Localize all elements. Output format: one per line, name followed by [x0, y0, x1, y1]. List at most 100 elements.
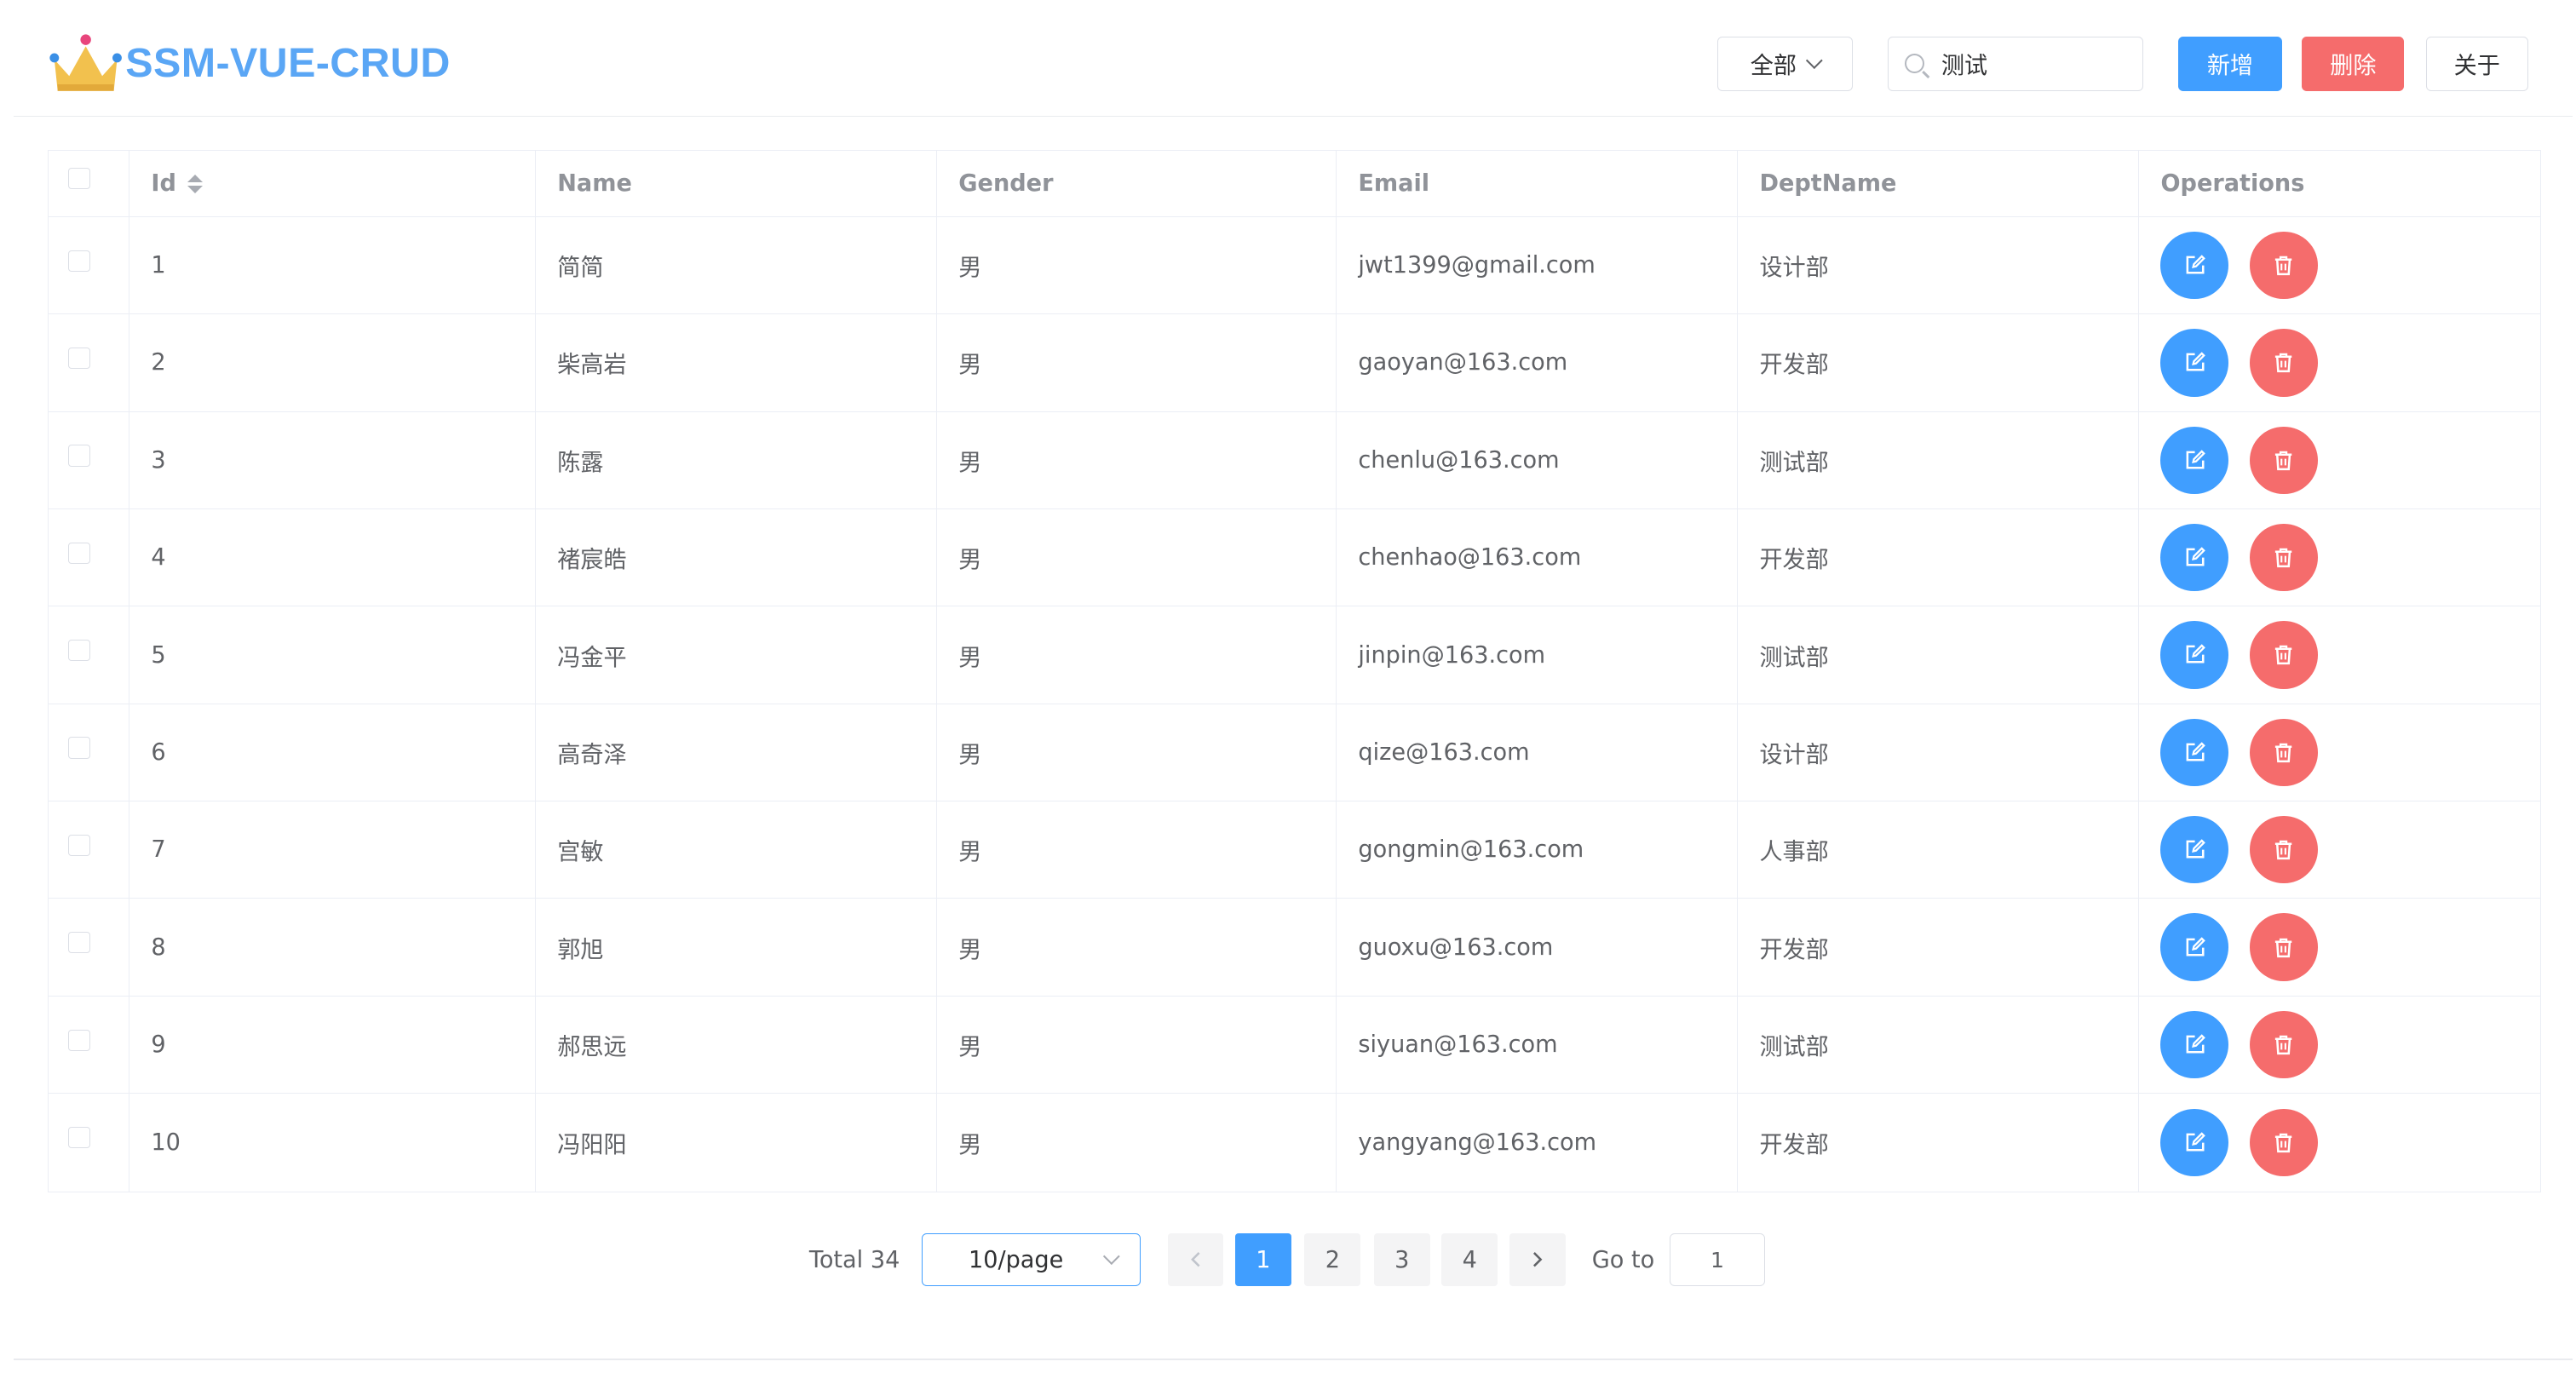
prev-page-button[interactable]: [1167, 1233, 1224, 1287]
edit-button[interactable]: [2160, 231, 2228, 300]
edit-button[interactable]: [2160, 426, 2228, 495]
cell-email: jinpin@163.com: [1337, 606, 1739, 704]
about-button[interactable]: 关于: [2425, 36, 2528, 91]
edit-button[interactable]: [2160, 913, 2228, 981]
chevron-down-icon: [1102, 1248, 1120, 1265]
delete-row-button[interactable]: [2250, 718, 2318, 787]
app-logo: SSM-VUE-CRUD: [49, 30, 451, 96]
cell-id: 3: [129, 411, 537, 508]
cell-deptname: 开发部: [1738, 314, 2140, 411]
page-button-1[interactable]: 1: [1234, 1233, 1291, 1287]
cell-gender: 男: [937, 801, 1337, 899]
row-checkbox[interactable]: [68, 542, 90, 565]
cell-id: 1: [129, 216, 537, 314]
delete-row-button[interactable]: [2250, 816, 2318, 884]
trash-icon: [2272, 449, 2295, 472]
edit-icon: [2183, 741, 2206, 764]
trash-icon: [2272, 1131, 2295, 1154]
page-button-4[interactable]: 4: [1441, 1233, 1498, 1287]
row-checkbox[interactable]: [68, 250, 90, 272]
row-checkbox-cell: [49, 314, 130, 411]
trash-icon: [2272, 1033, 2295, 1056]
row-checkbox-cell: [49, 704, 130, 801]
cell-deptname: 测试部: [1738, 411, 2140, 508]
cell-id: 8: [129, 899, 537, 996]
edit-button[interactable]: [2160, 621, 2228, 689]
cell-deptname: 开发部: [1738, 899, 2140, 996]
row-checkbox-cell: [49, 216, 130, 314]
trash-icon: [2272, 254, 2295, 277]
page-size-value: 10/page: [968, 1246, 1064, 1273]
search-input[interactable]: [1941, 50, 2124, 78]
cell-deptname: 测试部: [1738, 996, 2140, 1094]
table-row: 8 郭旭男 guoxu@163.com 开发部: [49, 899, 2541, 997]
delete-row-button[interactable]: [2250, 231, 2318, 300]
column-header-deptname: DeptName: [1738, 151, 2140, 216]
delete-row-button[interactable]: [2250, 523, 2318, 592]
edit-button[interactable]: [2160, 1108, 2228, 1177]
next-page-button[interactable]: [1509, 1233, 1566, 1287]
delete-row-button[interactable]: [2250, 1010, 2318, 1079]
row-checkbox[interactable]: [68, 834, 90, 857]
row-checkbox[interactable]: [68, 348, 90, 370]
edit-icon: [2183, 254, 2206, 277]
delete-row-button[interactable]: [2250, 1108, 2318, 1177]
page-button-3[interactable]: 3: [1373, 1233, 1430, 1287]
cell-gender: 男: [937, 899, 1337, 996]
department-filter-select[interactable]: 全部: [1717, 36, 1853, 91]
cell-id: 6: [129, 704, 537, 801]
row-checkbox[interactable]: [68, 1126, 90, 1149]
column-header-id[interactable]: Id: [129, 151, 537, 216]
cell-email: jwt1399@gmail.com: [1337, 216, 1739, 314]
edit-button[interactable]: [2160, 329, 2228, 397]
cell-name: 冯金平: [536, 606, 938, 704]
cell-name: 冯阳阳: [536, 1094, 938, 1192]
add-button[interactable]: 新增: [2177, 36, 2282, 91]
trash-icon: [2272, 546, 2295, 569]
goto-page-input[interactable]: 1: [1669, 1233, 1766, 1287]
cell-id: 7: [129, 801, 537, 899]
cell-operations: [2139, 899, 2539, 995]
goto-label: Go to: [1591, 1246, 1655, 1273]
cell-operations: [2139, 997, 2539, 1093]
trash-icon: [2272, 643, 2295, 666]
cell-email: chenlu@163.com: [1337, 411, 1739, 508]
select-all-checkbox[interactable]: [68, 167, 90, 190]
trash-icon: [2272, 838, 2295, 861]
row-checkbox[interactable]: [68, 737, 90, 759]
row-checkbox[interactable]: [68, 445, 90, 467]
delete-row-button[interactable]: [2250, 913, 2318, 981]
row-checkbox[interactable]: [68, 932, 90, 954]
batch-delete-button[interactable]: 删除: [2302, 36, 2405, 91]
edit-button[interactable]: [2160, 1010, 2228, 1079]
cell-operations: [2139, 412, 2539, 508]
column-header-name: Name: [536, 151, 938, 216]
pagination-total: Total 34: [808, 1246, 900, 1273]
delete-row-button[interactable]: [2250, 329, 2318, 397]
row-checkbox[interactable]: [68, 1029, 90, 1051]
sort-caret-icon[interactable]: [187, 175, 204, 193]
cell-name: 宫敏: [536, 801, 938, 899]
row-checkbox-cell: [49, 801, 130, 899]
page-button-2[interactable]: 2: [1304, 1233, 1361, 1287]
edit-button[interactable]: [2160, 523, 2228, 592]
cell-id: 10: [129, 1094, 537, 1192]
page-size-select[interactable]: 10/page: [921, 1233, 1141, 1287]
edit-icon: [2183, 1033, 2206, 1056]
cell-name: 褚宸皓: [536, 509, 938, 606]
delete-row-button[interactable]: [2250, 426, 2318, 495]
edit-button[interactable]: [2160, 718, 2228, 787]
cell-deptname: 测试部: [1738, 606, 2140, 704]
delete-row-button[interactable]: [2250, 621, 2318, 689]
edit-button[interactable]: [2160, 816, 2228, 884]
cell-deptname: 设计部: [1738, 704, 2140, 801]
table-row: 2 柴高岩男 gaoyan@163.com 开发部: [49, 314, 2541, 412]
row-checkbox[interactable]: [68, 640, 90, 662]
cell-gender: 男: [937, 1094, 1337, 1192]
edit-icon: [2183, 838, 2206, 861]
cell-id: 5: [129, 606, 537, 704]
cell-operations: [2139, 704, 2539, 801]
cell-name: 郝思远: [536, 996, 938, 1094]
trash-icon: [2272, 351, 2295, 374]
edit-icon: [2183, 1131, 2206, 1154]
